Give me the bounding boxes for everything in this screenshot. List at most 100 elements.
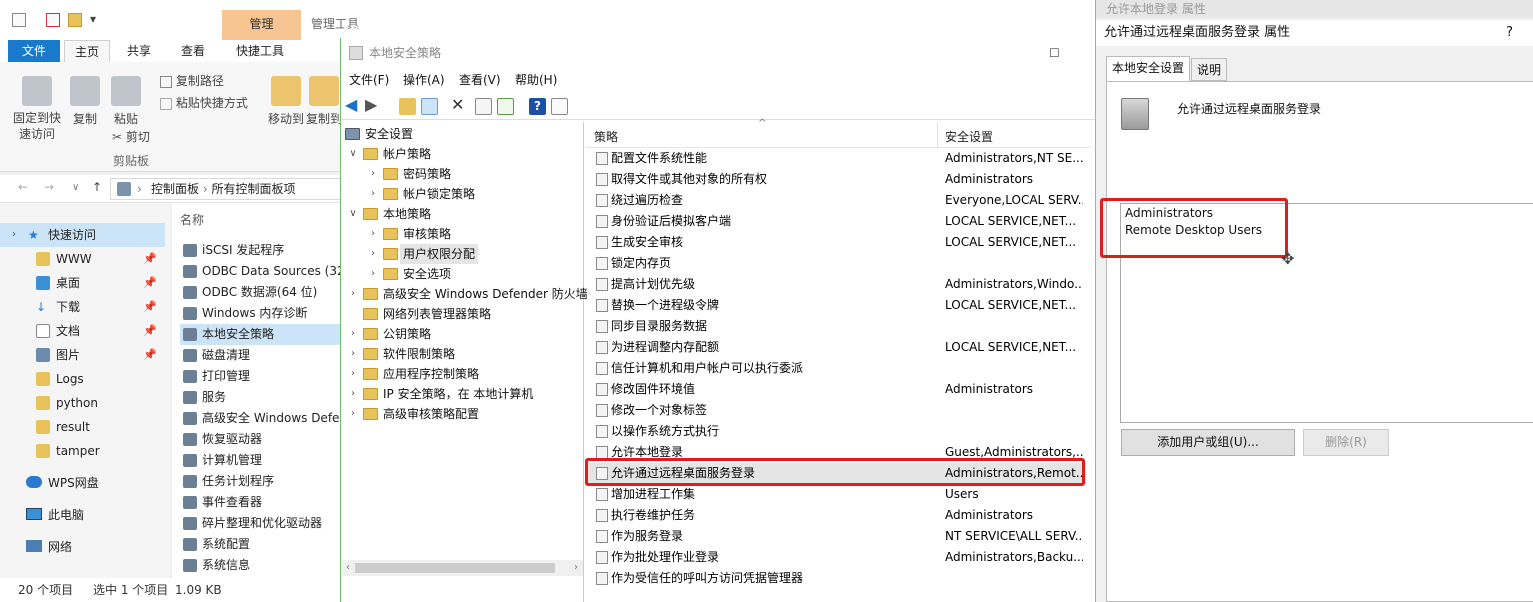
delete-icon[interactable]: ✕ (451, 95, 464, 114)
tree-node[interactable]: › 安全选项 (341, 264, 584, 284)
list-item[interactable]: 高级安全 Windows Defe (180, 408, 345, 429)
up-one-level-icon[interactable] (399, 98, 416, 115)
table-row[interactable]: 信任计算机和用户帐户可以执行委派 (586, 358, 1086, 379)
list-item[interactable]: 事件查看器 (180, 492, 345, 513)
tree-node[interactable]: › 用户权限分配 (341, 244, 584, 264)
expand-chevron-icon[interactable]: › (367, 164, 379, 184)
pin-icon[interactable]: 📌 (143, 343, 157, 367)
tree-node[interactable]: › 高级安全 Windows Defender 防火墙 (341, 284, 588, 304)
expand-chevron-icon[interactable]: › (367, 184, 379, 204)
expand-chevron-icon[interactable]: › (12, 223, 16, 247)
tab-share[interactable]: 共享 (116, 40, 162, 62)
up-arrow-icon[interactable]: ↑ (92, 180, 102, 194)
table-row[interactable]: 修改固件环境值 Administrators (586, 379, 1086, 400)
tree-node[interactable]: › 公钥策略 (341, 324, 584, 344)
list-item[interactable]: 计算机管理 (180, 450, 345, 471)
tree-node[interactable]: › 帐户锁定策略 (341, 184, 584, 204)
address-box[interactable]: › 控制面板 › 所有控制面板项 (110, 178, 350, 200)
nav-wps-drive[interactable]: WPS网盘 (0, 471, 165, 495)
table-row[interactable]: 配置文件系统性能 Administrators,NT SE... (586, 148, 1086, 169)
column-header-name[interactable]: 名称 (180, 211, 204, 228)
tree-node[interactable]: 网络列表管理器策略 (341, 304, 584, 324)
table-row[interactable]: 作为批处理作业登录 Administrators,Backu... (586, 547, 1086, 568)
export-list-icon[interactable] (497, 98, 514, 115)
nav-item-logs[interactable]: Logs (0, 367, 165, 391)
forward-arrow-icon[interactable]: → (44, 180, 54, 194)
column-divider[interactable] (937, 122, 938, 148)
column-header-setting[interactable]: 安全设置 (945, 128, 993, 145)
table-row[interactable]: 替换一个进程级令牌 LOCAL SERVICE,NET... (586, 295, 1086, 316)
tree-node[interactable]: 安全设置 (341, 124, 584, 144)
maximize-icon[interactable]: ☐ (1049, 38, 1060, 68)
list-item[interactable]: Administrators (1125, 206, 1213, 220)
tab-home[interactable]: 主页 (64, 40, 110, 62)
nav-this-pc[interactable]: 此电脑 (0, 503, 165, 527)
back-arrow-icon[interactable]: ← (18, 180, 28, 194)
expand-chevron-icon[interactable]: › (347, 364, 359, 384)
list-item[interactable]: 打印管理 (180, 366, 345, 387)
tree-node[interactable]: › 密码策略 (341, 164, 584, 184)
scroll-left-icon[interactable]: ‹ (341, 560, 355, 576)
list-item[interactable]: ODBC 数据源(64 位) (180, 282, 345, 303)
table-row[interactable]: 身份验证后模拟客户端 LOCAL SERVICE,NET... (586, 211, 1086, 232)
expand-chevron-icon[interactable]: › (347, 404, 359, 424)
list-item[interactable]: 任务计划程序 (180, 471, 345, 492)
collapse-chevron-icon[interactable]: ∨ (347, 144, 359, 164)
list-item[interactable]: 碎片整理和优化驱动器 (180, 513, 345, 534)
column-header-policy[interactable]: 策略 (594, 128, 618, 145)
table-row[interactable]: 作为服务登录 NT SERVICE\ALL SERV... (586, 526, 1086, 547)
tree-node[interactable]: ∨ 本地策略 (341, 204, 584, 224)
table-row[interactable]: 执行卷维护任务 Administrators (586, 505, 1086, 526)
nav-item-www[interactable]: WWW 📌 (0, 247, 165, 271)
nav-item-downloads[interactable]: ↓ 下载 📌 (0, 295, 165, 319)
tab-shortcut-tools[interactable]: 快捷工具 (224, 40, 296, 62)
new-folder-icon[interactable] (68, 13, 82, 27)
tree-node[interactable]: › 软件限制策略 (341, 344, 584, 364)
tab-view[interactable]: 查看 (170, 40, 216, 62)
table-row[interactable]: 修改一个对象标签 (586, 400, 1086, 421)
table-row[interactable]: 允许通过远程桌面服务登录 Administrators,Remot... (586, 463, 1086, 484)
recent-chevron-icon[interactable]: ∨ (72, 182, 79, 193)
pin-icon[interactable]: 📌 (143, 247, 157, 271)
nav-item-documents[interactable]: 文档 📌 (0, 319, 165, 343)
table-row[interactable]: 以操作系统方式执行 (586, 421, 1086, 442)
table-row[interactable]: 同步目录服务数据 (586, 316, 1086, 337)
table-row[interactable]: 绕过遍历检查 Everyone,LOCAL SERV... (586, 190, 1086, 211)
list-item[interactable]: ODBC Data Sources (32 (180, 261, 345, 282)
table-row[interactable]: 取得文件或其他对象的所有权 Administrators (586, 169, 1086, 190)
ribbon-context-tab-manage[interactable]: 管理 (222, 10, 301, 40)
nav-item-pictures[interactable]: 图片 📌 (0, 343, 165, 367)
help-button[interactable]: ? (1506, 20, 1513, 46)
tab-explain[interactable]: 说明 (1191, 58, 1228, 81)
list-item[interactable]: Windows 内存诊断 (180, 303, 345, 324)
expand-chevron-icon[interactable]: › (367, 224, 379, 244)
expand-chevron-icon[interactable]: › (347, 324, 359, 344)
chevron-down-icon[interactable]: ▾ (90, 12, 96, 26)
show-hide-tree-icon[interactable] (421, 98, 438, 115)
scroll-right-icon[interactable]: › (569, 560, 583, 576)
help-icon[interactable]: ? (529, 98, 546, 115)
expand-chevron-icon[interactable]: › (347, 344, 359, 364)
table-row[interactable]: 作为受信任的呼叫方访问凭据管理器 (586, 568, 1086, 589)
expand-chevron-icon[interactable]: › (367, 264, 379, 284)
nav-quick-access[interactable]: › ★ 快速访问 (0, 223, 165, 247)
nav-item-result[interactable]: result (0, 415, 165, 439)
add-user-button[interactable]: 添加用户或组(U)... (1121, 429, 1295, 456)
list-item[interactable]: 磁盘清理 (180, 345, 345, 366)
pin-icon[interactable]: 📌 (143, 271, 157, 295)
nav-network[interactable]: 网络 (0, 535, 165, 559)
list-item[interactable]: 服务 (180, 387, 345, 408)
nav-item-tamper[interactable]: tamper (0, 439, 165, 463)
paste-shortcut-button[interactable]: 粘贴快捷方式 (160, 94, 248, 111)
cut-button[interactable]: ✂ 剪切 (112, 128, 150, 145)
copy-button[interactable]: 复制 (68, 76, 102, 127)
expand-chevron-icon[interactable]: › (367, 244, 379, 264)
back-arrow-icon[interactable]: ◀ (345, 95, 357, 114)
menu-action[interactable]: 操作(A) (403, 68, 445, 92)
nav-item-desktop[interactable]: 桌面 📌 (0, 271, 165, 295)
table-row[interactable]: 锁定内存页 (586, 253, 1086, 274)
paste-button[interactable]: 粘贴 (108, 76, 144, 127)
list-item[interactable]: iSCSI 发起程序 (180, 240, 345, 261)
list-item[interactable]: 恢复驱动器 (180, 429, 345, 450)
list-item[interactable]: Remote Desktop Users (1125, 223, 1262, 237)
